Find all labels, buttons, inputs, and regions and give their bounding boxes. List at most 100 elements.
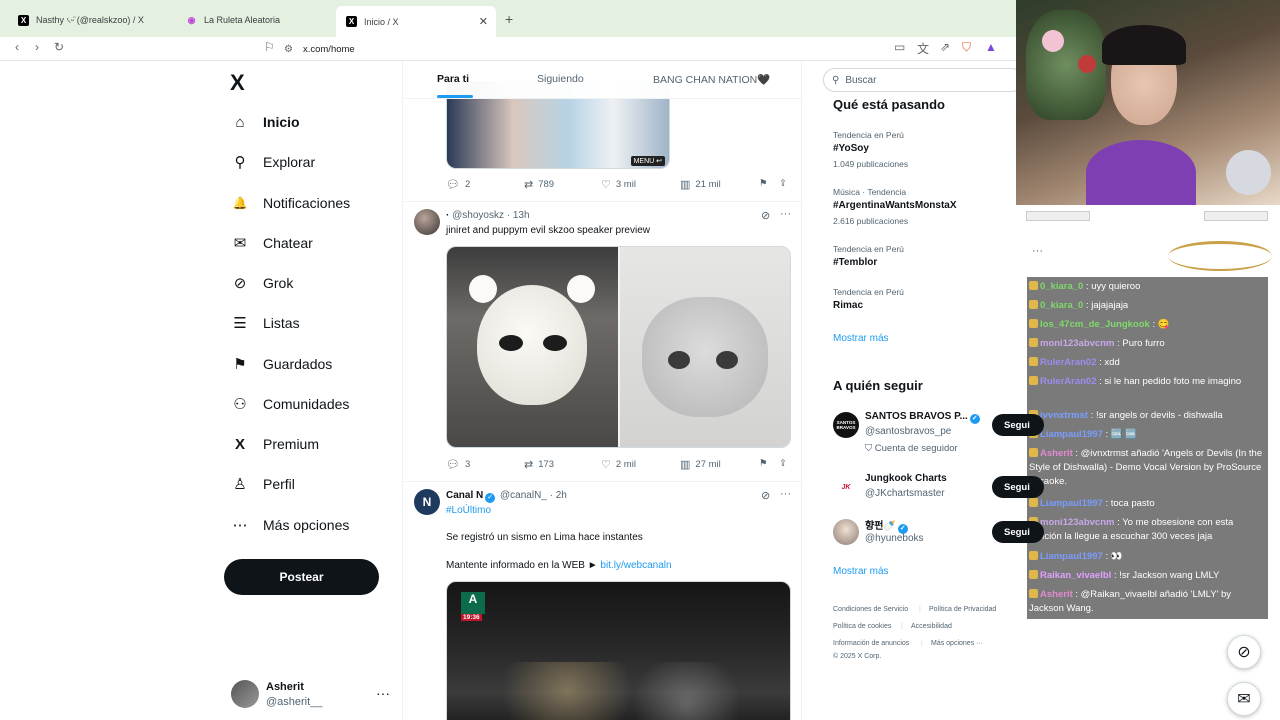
share-icon[interactable]: ⇪ bbox=[779, 458, 787, 469]
browser-tab-ruleta[interactable]: ◉ La Ruleta Aleatoria bbox=[176, 7, 336, 33]
nav-comunidades[interactable]: ⚇ Comunidades bbox=[230, 392, 349, 416]
rewards-icon[interactable]: ▲ bbox=[985, 40, 997, 54]
nav-grok[interactable]: ⊘ Grok bbox=[230, 271, 294, 295]
chat-username[interactable]: 0_kiara_0 bbox=[1040, 300, 1083, 311]
account-more-icon[interactable]: ··· bbox=[376, 685, 390, 701]
nav-mas-opciones[interactable]: ⋯ Más opciones bbox=[230, 513, 350, 537]
post-avatar[interactable] bbox=[414, 209, 440, 235]
bookmark-page-icon[interactable]: ⚐ bbox=[264, 40, 275, 54]
forward-icon[interactable]: › bbox=[35, 40, 39, 54]
reply-button[interactable]: 💬︎ 2 bbox=[446, 178, 470, 191]
nav-perfil[interactable]: ♙ Perfil bbox=[230, 472, 295, 496]
reload-icon[interactable]: ↻ bbox=[54, 40, 64, 54]
trend-tag[interactable]: #YoSoy bbox=[833, 143, 869, 154]
who-name[interactable]: 향펀🍼 ✓ bbox=[865, 517, 910, 534]
footer-link[interactable]: Más opciones ··· bbox=[931, 640, 983, 647]
browser-tab-inicio[interactable]: X Inicio / X ✕ bbox=[336, 6, 496, 37]
repost-button[interactable]: ⇄ 789 bbox=[524, 178, 554, 191]
footer-link[interactable]: Información de anuncios bbox=[833, 640, 909, 647]
brave-shield-icon[interactable]: ⛉ bbox=[962, 40, 971, 55]
chat-username[interactable]: Liampaul1997 bbox=[1040, 429, 1103, 440]
footer-link[interactable]: Accesibilidad bbox=[911, 623, 952, 630]
tab-bang-chan-nation[interactable]: BANG CHAN NATION🖤 bbox=[653, 73, 770, 86]
chat-username[interactable]: los_47cm_de_Jungkook bbox=[1040, 319, 1150, 330]
new-tab-button[interactable]: + bbox=[505, 11, 513, 27]
post-author[interactable]: Canal N bbox=[446, 490, 483, 501]
timeline[interactable]: Para ti Siguiendo BANG CHAN NATION🖤 MENU… bbox=[402, 61, 802, 720]
chat-menu-icon[interactable]: ··· bbox=[1032, 245, 1043, 257]
nav-explorar[interactable]: ⚲ Explorar bbox=[230, 150, 316, 174]
like-button[interactable]: ♡ 2 mil bbox=[601, 458, 636, 471]
footer-link[interactable]: Política de cookies bbox=[833, 623, 891, 630]
chat-username[interactable]: RulerAran02 bbox=[1040, 376, 1097, 387]
nav-chatear[interactable]: ✉ Chatear bbox=[230, 231, 313, 255]
footer-link[interactable]: Política de Privacidad bbox=[929, 606, 996, 613]
nav-inicio[interactable]: ⌂ Inicio bbox=[230, 110, 299, 134]
nav-listas[interactable]: ☰ Listas bbox=[230, 311, 299, 335]
chat-username[interactable]: ivvnxtrmst bbox=[1040, 410, 1088, 421]
cast-icon[interactable]: ▭ bbox=[894, 40, 905, 54]
trends-show-more[interactable]: Mostrar más bbox=[833, 333, 889, 344]
close-icon[interactable]: ✕ bbox=[479, 15, 488, 28]
repost-button[interactable]: ⇄ 173 bbox=[524, 458, 554, 471]
who-name[interactable]: Jungkook Charts bbox=[865, 473, 947, 484]
post-handle[interactable]: @shoyoskz · 13h bbox=[452, 210, 529, 221]
post-avatar[interactable]: N bbox=[414, 489, 440, 515]
who-avatar[interactable] bbox=[833, 519, 859, 545]
nav-notificaciones[interactable]: 🔔 Notificaciones bbox=[230, 191, 351, 215]
post-handle[interactable]: @canalN_ · 2h bbox=[500, 490, 567, 501]
chat-username[interactable]: Liampaul1997 bbox=[1040, 551, 1103, 562]
search-input[interactable]: ⚲ Buscar bbox=[823, 68, 1023, 92]
account-name[interactable]: Asherit bbox=[266, 681, 304, 693]
chat-username[interactable]: Asherit bbox=[1040, 448, 1073, 459]
site-info-icon[interactable]: ⚙ bbox=[284, 44, 293, 55]
like-button[interactable]: ♡ 3 mil bbox=[601, 178, 636, 191]
chat-username[interactable]: Liampaul1997 bbox=[1040, 498, 1103, 509]
messages-fab-icon[interactable]: ✉ bbox=[1227, 682, 1261, 716]
follow-button[interactable]: Segui bbox=[992, 521, 1044, 543]
post-hashtag[interactable]: #LoÚltimo bbox=[446, 505, 491, 516]
share-icon[interactable]: ⇗ bbox=[940, 40, 950, 54]
tab-siguiendo[interactable]: Siguiendo bbox=[537, 73, 584, 85]
account-avatar[interactable] bbox=[231, 680, 259, 708]
media-photo-panda-speaker[interactable] bbox=[447, 247, 618, 447]
media-photo-puppy-speaker[interactable] bbox=[620, 247, 790, 447]
post-video[interactable]: A 19:36 bbox=[446, 581, 791, 720]
trend-tag[interactable]: Rimac bbox=[833, 300, 863, 311]
post-media[interactable] bbox=[446, 246, 791, 448]
follow-button[interactable]: Segui bbox=[992, 414, 1044, 436]
chat-username[interactable]: 0_kiara_0 bbox=[1040, 281, 1083, 292]
chat-username[interactable]: Raikan_vivaelbl bbox=[1040, 570, 1111, 581]
views-button[interactable]: ▥ 21 mil bbox=[680, 178, 721, 191]
chat-username[interactable]: moni123abvcnm bbox=[1040, 517, 1114, 528]
bookmark-icon[interactable]: ⚑ bbox=[759, 458, 768, 469]
tab-para-ti[interactable]: Para ti bbox=[437, 73, 469, 85]
chat-username[interactable]: RulerAran02 bbox=[1040, 357, 1097, 368]
footer-link[interactable]: Condiciones de Servicio bbox=[833, 606, 908, 613]
chat-username[interactable]: Asherit bbox=[1040, 589, 1073, 600]
browser-tab-nasthy[interactable]: X Nasthy ৻ᵕ̈ (@realskzoo) / X bbox=[8, 7, 168, 33]
who-show-more[interactable]: Mostrar más bbox=[833, 566, 889, 577]
chat-username[interactable]: moni123abvcnm bbox=[1040, 338, 1114, 349]
reply-button[interactable]: 💬︎ 3 bbox=[446, 458, 470, 471]
post-author[interactable]: · bbox=[446, 210, 449, 221]
bookmark-icon[interactable]: ⚑ bbox=[759, 178, 768, 189]
share-icon[interactable]: ⇪ bbox=[779, 178, 787, 189]
grok-icon[interactable]: ⊘ bbox=[761, 209, 770, 222]
translate-icon[interactable]: 文 bbox=[917, 40, 929, 57]
post-button[interactable]: Postear bbox=[224, 559, 379, 595]
who-avatar[interactable]: JK bbox=[833, 474, 859, 500]
post-more-icon[interactable]: ··· bbox=[780, 488, 791, 500]
grok-fab-icon[interactable]: ⊘ bbox=[1227, 635, 1261, 669]
nav-guardados[interactable]: ⚑ Guardados bbox=[230, 352, 332, 376]
post-link[interactable]: bit.ly/webcanaln bbox=[600, 560, 671, 571]
views-button[interactable]: ▥ 27 mil bbox=[680, 458, 721, 471]
who-avatar[interactable]: SANTOS BRAVOS bbox=[833, 412, 859, 438]
back-icon[interactable]: ‹ bbox=[15, 40, 19, 54]
nav-premium[interactable]: X Premium bbox=[230, 432, 319, 456]
x-logo[interactable]: X bbox=[230, 70, 245, 96]
who-name[interactable]: SANTOS BRAVOS P... ✓ bbox=[865, 411, 982, 424]
trend-tag[interactable]: #ArgentinaWantsMonstaX bbox=[833, 200, 957, 211]
trend-tag[interactable]: #Temblor bbox=[833, 257, 877, 268]
follow-button[interactable]: Segui bbox=[992, 476, 1044, 498]
